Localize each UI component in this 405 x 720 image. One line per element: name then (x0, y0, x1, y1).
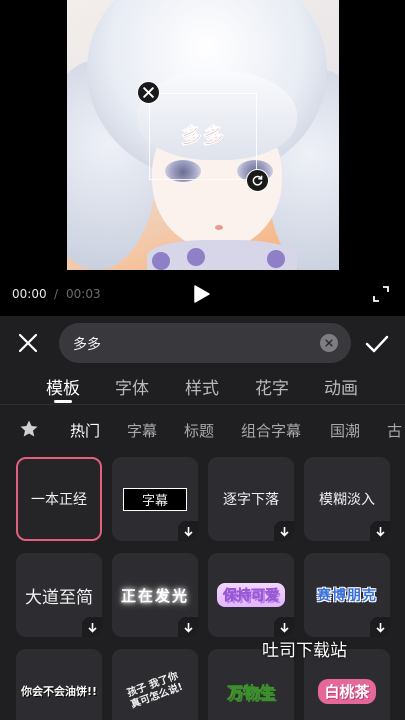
time-separator: / (54, 287, 59, 301)
character-mouth (215, 225, 223, 230)
template-label: 一本正经 (31, 492, 87, 508)
active-tab-indicator (54, 400, 72, 403)
template-label: 你会不会油饼!! (20, 685, 98, 698)
template-label: 白桃茶 (318, 678, 376, 704)
template-label: 万物生 (226, 683, 276, 703)
template-tile[interactable]: 赛博朋克 (304, 553, 390, 637)
watermark-text: 吐司下载站 (262, 641, 347, 661)
tab-style[interactable]: 样式 (185, 374, 219, 399)
tab-template[interactable]: 模板 (46, 374, 80, 399)
category-bar: 热门 字幕 标题 组合字幕 国潮 古 (0, 415, 405, 445)
clear-icon (325, 339, 333, 347)
download-badge (370, 617, 390, 637)
text-input-value: 多多 (73, 337, 101, 353)
download-badge (274, 617, 294, 637)
close-panel-icon[interactable] (15, 330, 41, 356)
collar-flower (187, 248, 205, 266)
download-badge (274, 521, 294, 541)
download-badge (82, 617, 102, 637)
category-hot[interactable]: 热门 (70, 420, 100, 441)
collar-flower (267, 250, 285, 268)
category-combo-subtitle[interactable]: 组合字幕 (241, 420, 301, 441)
template-tile[interactable]: 逐字下落 (208, 457, 294, 541)
download-badge (178, 617, 198, 637)
download-icon (375, 622, 385, 633)
tab-font[interactable]: 字体 (115, 374, 149, 399)
rotate-icon (252, 175, 263, 186)
favorites-star-icon[interactable] (19, 419, 39, 439)
fullscreen-icon[interactable] (372, 285, 390, 303)
download-icon (279, 622, 289, 633)
template-tile[interactable]: 一本正经 (16, 457, 102, 541)
template-label: 大道至简 (25, 587, 93, 608)
download-icon (183, 526, 193, 537)
delete-handle[interactable] (137, 81, 160, 104)
template-label: 保持可爱 (217, 583, 285, 607)
download-icon (87, 622, 97, 633)
play-icon[interactable] (190, 283, 212, 305)
template-tile[interactable]: 孩子 我了你 真可怎么说! (112, 649, 198, 720)
template-label: 逐字下落 (223, 492, 279, 508)
tab-animation[interactable]: 动画 (324, 374, 358, 399)
style-tabs: 模板 字体 样式 花字 动画 (0, 370, 405, 404)
category-subtitle[interactable]: 字幕 (127, 420, 157, 441)
template-tile[interactable]: 正在发光 (112, 553, 198, 637)
overlay-text[interactable]: 多多 (149, 120, 257, 150)
tab-fancy-text[interactable]: 花字 (255, 374, 289, 399)
confirm-check-icon[interactable] (363, 330, 391, 358)
collar-flower (152, 252, 170, 270)
player-bar: 00:00 / 00:03 (0, 272, 405, 316)
template-label: 孩子 我了你 真可怎么说! (125, 670, 185, 711)
download-icon (183, 622, 193, 633)
close-icon (143, 87, 154, 98)
category-title[interactable]: 标题 (184, 420, 214, 441)
total-time: 00:03 (66, 287, 101, 301)
current-time: 00:00 (12, 287, 47, 301)
template-label: 模糊淡入 (319, 492, 375, 508)
download-badge (370, 521, 390, 541)
download-badge (178, 521, 198, 541)
template-tile[interactable]: 大道至简 (16, 553, 102, 637)
template-tile[interactable]: 你会不会油饼!! (16, 649, 102, 720)
clear-input-button[interactable] (320, 334, 338, 352)
category-guochao[interactable]: 国潮 (330, 420, 360, 441)
text-input[interactable]: 多多 (59, 323, 351, 363)
download-icon (375, 526, 385, 537)
download-icon (279, 526, 289, 537)
video-preview: 多多 (0, 0, 405, 272)
template-tile[interactable]: 模糊淡入 (304, 457, 390, 541)
template-tile[interactable]: 保持可爱 (208, 553, 294, 637)
rotate-handle[interactable] (246, 169, 269, 192)
category-ancient[interactable]: 古 (387, 420, 402, 441)
tabs-divider (0, 404, 405, 405)
template-label: 字幕 (122, 487, 187, 511)
template-label: 正在发光 (120, 586, 189, 605)
template-tile[interactable]: 字幕 (112, 457, 198, 541)
template-label: 赛博朋克 (317, 588, 377, 604)
